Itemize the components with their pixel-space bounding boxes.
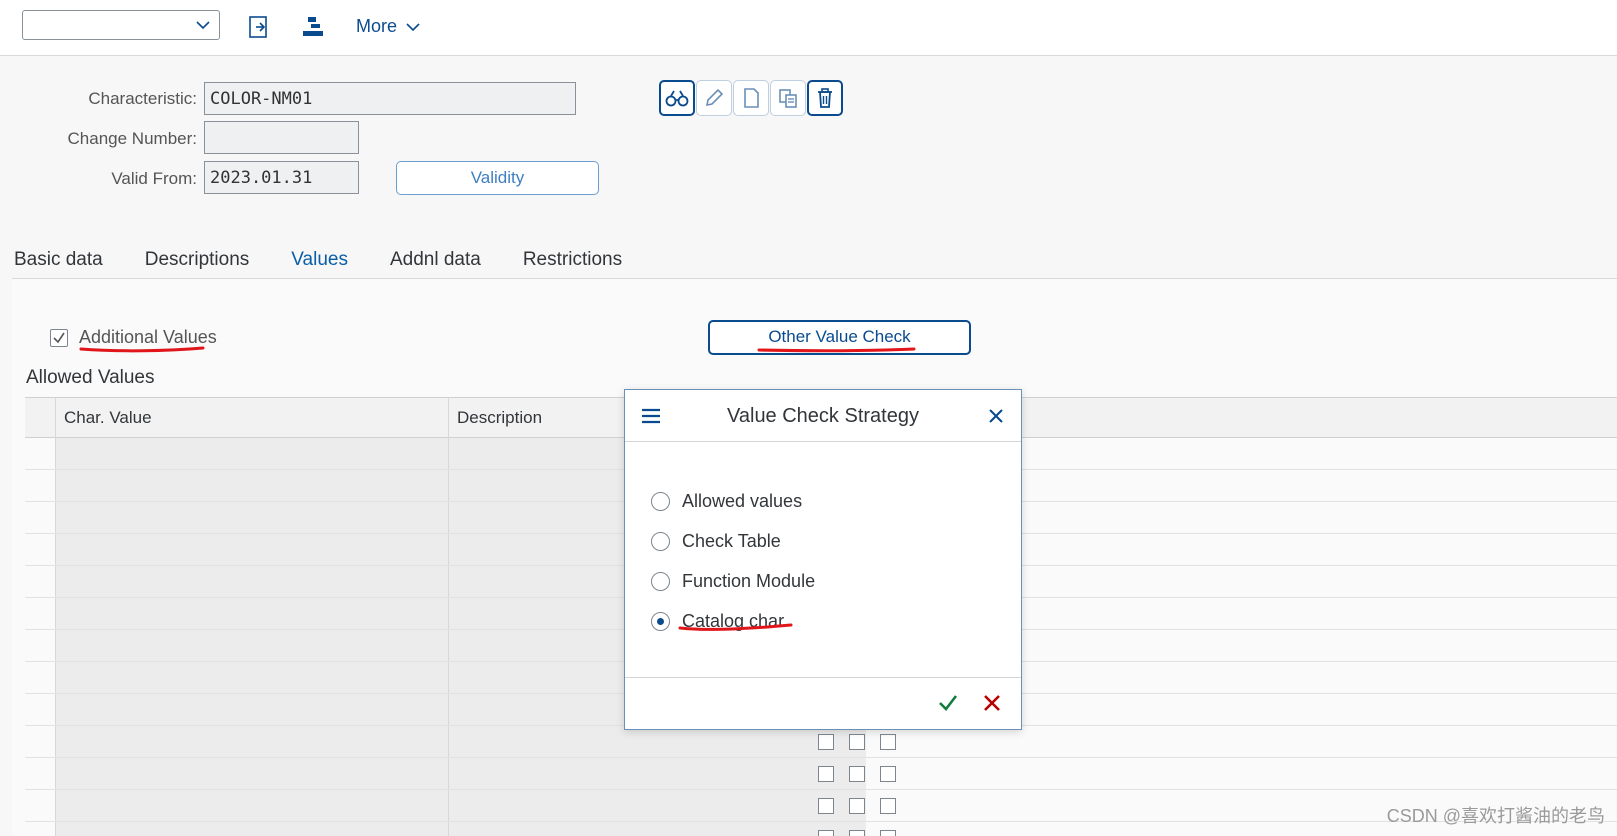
char-value-cell[interactable]	[56, 630, 448, 661]
char-value-cell[interactable]	[56, 662, 448, 693]
change-number-field[interactable]	[204, 121, 359, 154]
column-header-char-value[interactable]: Char. Value	[64, 408, 152, 428]
char-value-cell[interactable]	[56, 566, 448, 597]
option-allowed-values[interactable]: Allowed values	[651, 491, 802, 512]
new-button[interactable]	[733, 80, 769, 116]
new-icon	[744, 88, 759, 108]
cancel-x-icon[interactable]	[981, 692, 1003, 714]
char-value-cell[interactable]	[56, 822, 448, 836]
radio-button[interactable]	[651, 572, 670, 591]
char-value-cell[interactable]	[56, 598, 448, 629]
tab-basic-data[interactable]: Basic data	[14, 245, 103, 282]
tab-values[interactable]: Values	[291, 245, 348, 282]
display-icon	[665, 90, 689, 107]
radio-button[interactable]	[651, 532, 670, 551]
characteristic-label: Characteristic:	[88, 89, 197, 108]
radio-button-selected[interactable]	[651, 612, 670, 631]
radio-button[interactable]	[651, 492, 670, 511]
export-icon[interactable]	[246, 14, 272, 40]
delete-button[interactable]	[807, 80, 843, 116]
char-value-cell[interactable]	[56, 758, 448, 789]
chevron-down-icon	[406, 22, 420, 31]
char-value-cell[interactable]	[56, 790, 448, 821]
watermark: CSDN @喜欢打酱油的老鸟	[1386, 806, 1605, 826]
char-value-cell[interactable]	[56, 438, 448, 469]
option-label: Catalog char	[682, 611, 785, 631]
row-checkbox[interactable]	[880, 798, 896, 814]
edit-icon	[705, 88, 724, 107]
chevron-down-icon	[196, 21, 210, 30]
option-catalog-char[interactable]: Catalog char	[651, 611, 784, 632]
hierarchy-icon[interactable]	[300, 14, 326, 40]
toolbar: More	[0, 0, 1617, 56]
char-value-cell[interactable]	[56, 694, 448, 725]
table-row[interactable]	[25, 726, 1617, 758]
valid-from-field[interactable]: 2023.01.31	[204, 161, 359, 194]
confirm-check-icon[interactable]	[937, 692, 959, 714]
action-icon-group	[659, 80, 843, 116]
row-checkbox[interactable]	[818, 766, 834, 782]
value-check-strategy-dialog: Value Check Strategy Allowed values Chec…	[624, 389, 1022, 730]
description-cell[interactable]	[449, 758, 866, 789]
char-value-cell[interactable]	[56, 534, 448, 565]
row-checkbox[interactable]	[849, 798, 865, 814]
valid-from-label: Valid From:	[111, 169, 197, 188]
table-row[interactable]	[25, 790, 1617, 822]
close-icon[interactable]	[987, 407, 1005, 425]
tab-addnl-data[interactable]: Addnl data	[390, 245, 481, 282]
row-checkbox[interactable]	[818, 734, 834, 750]
row-checkbox[interactable]	[880, 734, 896, 750]
other-value-check-button[interactable]: Other Value Check	[708, 320, 971, 355]
tab-bar: Basic data Descriptions Values Addnl dat…	[14, 245, 664, 282]
tab-descriptions[interactable]: Descriptions	[145, 245, 250, 282]
validity-button[interactable]: Validity	[396, 161, 599, 195]
allowed-values-title: Allowed Values	[26, 367, 155, 388]
additional-values-label: Additional Values	[79, 327, 217, 347]
row-checkbox[interactable]	[818, 798, 834, 814]
description-cell[interactable]	[449, 822, 866, 836]
copy-button[interactable]	[770, 80, 806, 116]
checkmark-icon	[53, 332, 65, 344]
option-check-table[interactable]: Check Table	[651, 531, 781, 552]
dialog-footer	[625, 677, 1021, 729]
column-header-description[interactable]: Description	[457, 408, 542, 428]
edit-button[interactable]	[696, 80, 732, 116]
characteristic-field[interactable]: COLOR-NM01	[204, 82, 576, 115]
dialog-title: Value Check Strategy	[727, 405, 919, 427]
row-checkbox[interactable]	[849, 766, 865, 782]
row-checkbox[interactable]	[880, 766, 896, 782]
delete-icon	[818, 88, 832, 108]
additional-values-checkbox[interactable]	[50, 329, 68, 347]
more-label: More	[356, 16, 398, 36]
dialog-header: Value Check Strategy	[625, 390, 1021, 442]
row-checkbox[interactable]	[880, 830, 896, 836]
option-label: Allowed values	[682, 491, 803, 511]
char-value-cell[interactable]	[56, 726, 448, 757]
char-value-cell[interactable]	[56, 470, 448, 501]
table-row[interactable]	[25, 822, 1617, 836]
copy-icon	[779, 89, 797, 108]
row-checkbox[interactable]	[849, 830, 865, 836]
row-checkbox[interactable]	[849, 734, 865, 750]
tab-restrictions[interactable]: Restrictions	[523, 245, 622, 282]
option-function-module[interactable]: Function Module	[651, 571, 815, 592]
description-cell[interactable]	[449, 726, 866, 757]
option-label: Function Module	[682, 571, 816, 591]
char-value-cell[interactable]	[56, 502, 448, 533]
description-cell[interactable]	[449, 790, 866, 821]
table-row[interactable]	[25, 758, 1617, 790]
change-number-label: Change Number:	[67, 129, 197, 148]
more-button[interactable]: More	[356, 16, 421, 37]
row-checkbox[interactable]	[818, 830, 834, 836]
display-button[interactable]	[659, 80, 695, 116]
toolbar-select[interactable]	[22, 10, 220, 40]
option-label: Check Table	[682, 531, 781, 551]
